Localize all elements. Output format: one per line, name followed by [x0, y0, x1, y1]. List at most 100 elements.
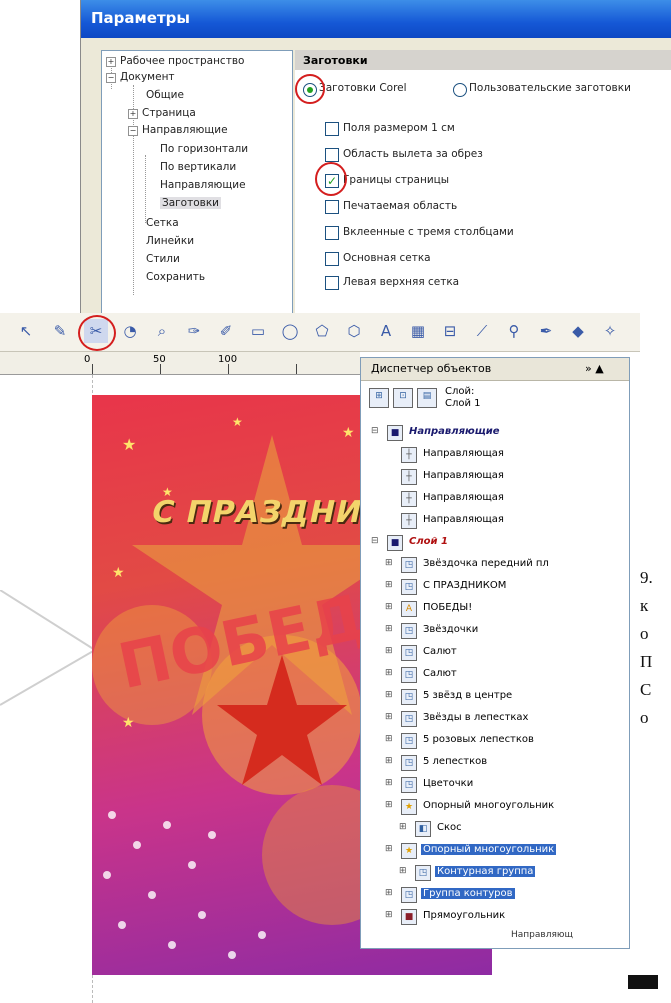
object-row[interactable]: ⊞ ◳ 5 розовых лепестков: [361, 730, 629, 752]
text-icon[interactable]: A: [374, 319, 398, 343]
expand-toggle-icon[interactable]: ⊞: [399, 866, 407, 876]
expand-toggle-icon[interactable]: ⊞: [385, 888, 393, 898]
guide-icon: ┼: [401, 469, 417, 485]
object-row[interactable]: ⊞ ★ Опорный многоугольник: [361, 840, 629, 862]
outline-icon[interactable]: ✒: [534, 319, 558, 343]
object-row[interactable]: ┼ Направляющая: [361, 466, 629, 488]
zoom-icon[interactable]: ⌕: [150, 319, 174, 343]
tree-item-styles[interactable]: Стили: [146, 253, 180, 265]
object-manager-header[interactable]: Диспетчер объектов » ▲: [361, 358, 629, 381]
object-row[interactable]: ┼ Направляющая: [361, 488, 629, 510]
collapse-icon[interactable]: −: [128, 126, 138, 136]
expand-toggle-icon[interactable]: ⊞: [385, 668, 393, 678]
ellipse-icon[interactable]: ◯: [278, 319, 302, 343]
expand-icon[interactable]: +: [106, 57, 116, 67]
object-row[interactable]: ⊞ ◳ Звёздочка передний пл: [361, 554, 629, 576]
object-row[interactable]: ⊞ ◳ 5 звёзд в центре: [361, 686, 629, 708]
radio-user-presets[interactable]: [453, 83, 467, 97]
shape-icon[interactable]: ✎: [48, 319, 72, 343]
collapse-icon[interactable]: −: [106, 73, 116, 83]
object-row[interactable]: ⊞ ◳ Звёздочки: [361, 620, 629, 642]
polygon-icon[interactable]: ⬠: [310, 319, 334, 343]
checkbox-printable-area[interactable]: [325, 200, 339, 214]
object-row[interactable]: ⊞ ◳ Цветочки: [361, 774, 629, 796]
tree-item-guidelines[interactable]: Направляющие: [142, 124, 228, 136]
object-row[interactable]: ⊞ ◳ Контурная группа: [361, 862, 629, 884]
expand-toggle-icon[interactable]: ⊞: [385, 624, 393, 634]
tree-item-grid[interactable]: Сетка: [146, 217, 179, 229]
object-row[interactable]: ⊞ ★ Опорный многоугольник: [361, 796, 629, 818]
docker-scroll-icon[interactable]: » ▲: [585, 362, 604, 375]
dimension-icon[interactable]: ⊟: [438, 319, 462, 343]
panel-title: Заготовки: [303, 54, 368, 67]
freehand-icon[interactable]: ✑: [182, 319, 206, 343]
edit-across-layers-icon[interactable]: ⊡: [393, 388, 413, 408]
object-row[interactable]: ⊞ ◳ С ПРАЗДНИКОМ: [361, 576, 629, 598]
object-row[interactable]: ⊞ ◳ Группа контуров: [361, 884, 629, 906]
text-fragment: П: [640, 652, 653, 671]
object-row[interactable]: ⊞ ◳ Звёзды в лепестках: [361, 708, 629, 730]
table-icon[interactable]: ▦: [406, 319, 430, 343]
object-row[interactable]: ⊞ ◧ Скос: [361, 818, 629, 840]
tree-item-guides[interactable]: Направляющие: [160, 179, 246, 191]
object-row[interactable]: ⊞ ◳ 5 лепестков: [361, 752, 629, 774]
object-row[interactable]: ⊞ ◳ Салют: [361, 642, 629, 664]
tree-item-rulers[interactable]: Линейки: [146, 235, 194, 247]
checkbox-basic-grid[interactable]: [325, 252, 339, 266]
horizontal-ruler[interactable]: 0 50 100: [0, 352, 360, 375]
expand-toggle-icon[interactable]: ⊞: [385, 844, 393, 854]
smart-draw-icon[interactable]: ✐: [214, 319, 238, 343]
expand-toggle-icon[interactable]: ⊞: [385, 910, 393, 920]
expand-toggle-icon[interactable]: ⊞: [385, 712, 393, 722]
layer-row[interactable]: ⊟ ■ Направляющие: [361, 422, 629, 444]
expand-toggle-icon[interactable]: ⊞: [385, 580, 393, 590]
layer-row[interactable]: ⊟ ■ Слой 1: [361, 532, 629, 554]
object-row[interactable]: ⊞ ◳ Салют: [361, 664, 629, 686]
expand-toggle-icon[interactable]: ⊞: [385, 690, 393, 700]
expand-toggle-icon[interactable]: ⊞: [399, 822, 407, 832]
expand-toggle-icon[interactable]: ⊞: [385, 558, 393, 568]
group-icon: ◳: [401, 623, 417, 639]
tree-item-page[interactable]: Страница: [142, 107, 196, 119]
expand-toggle-icon[interactable]: ⊟: [371, 536, 379, 546]
checkbox-bleed[interactable]: [325, 148, 339, 162]
tree-item-save[interactable]: Сохранить: [146, 271, 205, 283]
guides-layer-tab[interactable]: Направляющ: [511, 930, 573, 940]
checkbox-top-left-grid[interactable]: [325, 276, 339, 290]
object-row[interactable]: ⊞ ■ Прямоугольник: [361, 906, 629, 928]
expand-toggle-icon[interactable]: ⊞: [385, 756, 393, 766]
expand-toggle-icon[interactable]: ⊞: [385, 646, 393, 656]
effect-icon: ◧: [415, 821, 431, 837]
connector-icon[interactable]: ⟋: [470, 319, 494, 343]
crop-icon[interactable]: ◔: [118, 319, 142, 343]
tree-item-horizontal[interactable]: По горизонтали: [160, 143, 248, 155]
interactive-fill-icon[interactable]: ✧: [598, 319, 622, 343]
tree-item-vertical[interactable]: По вертикали: [160, 161, 236, 173]
tree-item-general[interactable]: Общие: [146, 89, 184, 101]
checkbox-top-left-grid-label: Левая верхняя сетка: [343, 276, 460, 288]
object-row[interactable]: ┼ Направляющая: [361, 510, 629, 532]
tree-item-presets[interactable]: Заготовки: [160, 197, 222, 209]
object-row[interactable]: ┼ Направляющая: [361, 444, 629, 466]
group-icon: ◳: [401, 645, 417, 661]
eyedropper-icon[interactable]: ⚲: [502, 319, 526, 343]
expand-icon[interactable]: +: [128, 109, 138, 119]
expand-toggle-icon[interactable]: ⊟: [371, 426, 379, 436]
expand-toggle-icon[interactable]: ⊞: [385, 602, 393, 612]
expand-toggle-icon[interactable]: ⊞: [385, 778, 393, 788]
group-icon: ◳: [401, 755, 417, 771]
object-row[interactable]: ⊞ A ПОБЕДЫ!: [361, 598, 629, 620]
checkbox-three-columns[interactable]: [325, 226, 339, 240]
basic-shapes-icon[interactable]: ⬡: [342, 319, 366, 343]
fill-icon[interactable]: ◆: [566, 319, 590, 343]
layer-manager-icon[interactable]: ▤: [417, 388, 437, 408]
pointer-icon[interactable]: ↖: [14, 319, 38, 343]
expand-toggle-icon[interactable]: ⊞: [385, 734, 393, 744]
expand-toggle-icon[interactable]: ⊞: [385, 800, 393, 810]
show-properties-icon[interactable]: ⊞: [369, 388, 389, 408]
tree-item-workspace[interactable]: Рабочее пространство: [120, 55, 244, 67]
rectangle-icon[interactable]: ▭: [246, 319, 270, 343]
dialog-titlebar[interactable]: Параметры: [81, 0, 671, 38]
checkbox-margin[interactable]: [325, 122, 339, 136]
tree-item-document[interactable]: Документ: [120, 71, 175, 83]
